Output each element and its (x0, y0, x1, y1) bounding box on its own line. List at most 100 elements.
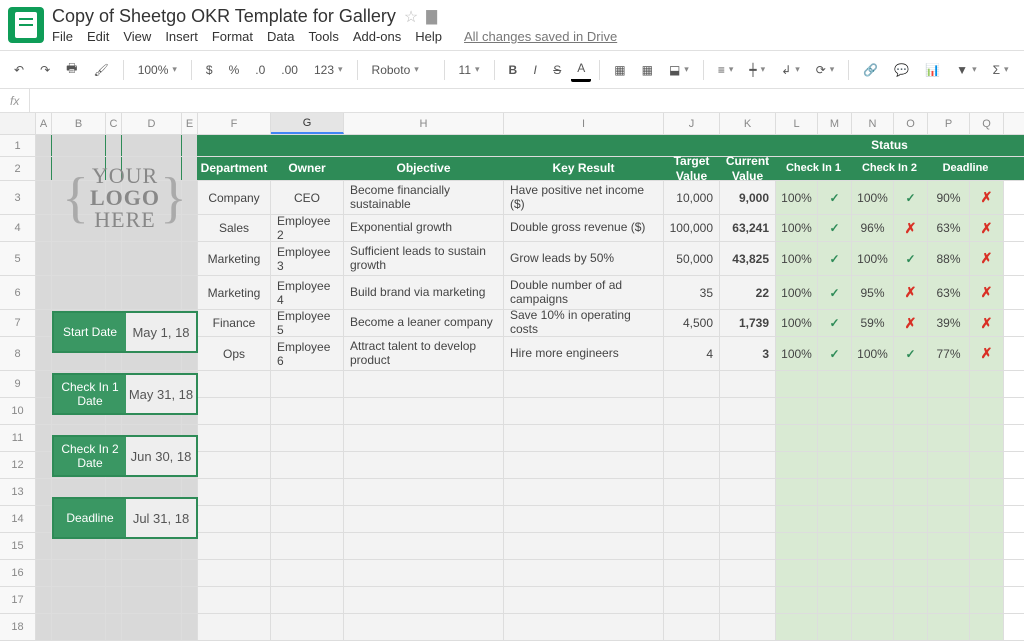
cell-dl-pct[interactable]: 63% (928, 215, 970, 241)
col-header[interactable]: C (106, 113, 122, 134)
cell-dept[interactable]: Company (198, 181, 271, 214)
increase-decimal-icon[interactable]: .00 (275, 59, 304, 81)
currency-icon[interactable]: $ (200, 59, 219, 81)
menu-file[interactable]: File (52, 29, 73, 44)
number-format-dropdown[interactable]: 123▾ (308, 61, 349, 79)
col-header[interactable]: K (720, 113, 776, 134)
cell-dept[interactable]: Ops (198, 337, 271, 370)
cell-key-result[interactable]: Save 10% in operating costs (504, 310, 664, 336)
text-color-icon[interactable]: A (571, 57, 591, 82)
row-header[interactable]: 10 (0, 398, 36, 424)
row-header[interactable]: 5 (0, 242, 36, 275)
filter-dropdown[interactable]: ▼▾ (950, 61, 982, 79)
cell-current[interactable]: 1,739 (720, 310, 776, 336)
cell-dept[interactable]: Sales (198, 215, 271, 241)
cell-objective[interactable]: Exponential growth (344, 215, 504, 241)
print-icon[interactable]: 🖶 (60, 55, 83, 84)
cell-objective[interactable]: Become a leaner company (344, 310, 504, 336)
cell-target[interactable]: 35 (664, 276, 720, 309)
strikethrough-icon[interactable]: S (547, 59, 567, 81)
rotate-dropdown[interactable]: ⟳▾ (810, 61, 841, 79)
cell-ci1-status[interactable]: ✓ (818, 276, 852, 309)
select-all-corner[interactable] (0, 113, 36, 134)
cell-dl-status[interactable]: ✗ (970, 242, 1004, 275)
row-header[interactable]: 18 (0, 614, 36, 640)
col-header[interactable]: B (52, 113, 106, 134)
col-header[interactable]: H (344, 113, 504, 134)
start-date-card[interactable]: Start Date May 1, 18 (52, 311, 198, 353)
cell-ci2-pct[interactable]: 100% (852, 337, 894, 370)
cell-ci1-pct[interactable]: 100% (776, 310, 818, 336)
col-header[interactable]: E (182, 113, 198, 134)
row-header[interactable]: 13 (0, 479, 36, 505)
row-header[interactable]: 4 (0, 215, 36, 241)
cell-dl-status[interactable]: ✗ (970, 276, 1004, 309)
menu-help[interactable]: Help (415, 29, 442, 44)
empty-row[interactable]: 16 (0, 560, 1024, 587)
cell-dl-status[interactable]: ✗ (970, 215, 1004, 241)
cell-ci1-pct[interactable]: 100% (776, 276, 818, 309)
checkin2-card[interactable]: Check In 2 Date Jun 30, 18 (52, 435, 198, 477)
cell-objective[interactable]: Attract talent to develop product (344, 337, 504, 370)
cell-current[interactable]: 22 (720, 276, 776, 309)
cell-objective[interactable]: Become financially sustainable (344, 181, 504, 214)
cell-dl-pct[interactable]: 39% (928, 310, 970, 336)
cell-ci1-status[interactable]: ✓ (818, 337, 852, 370)
cell-owner[interactable]: Employee 6 (271, 337, 344, 370)
cell-dl-pct[interactable]: 77% (928, 337, 970, 370)
grid-body[interactable]: 1 Status 2 Department Owner Objective Ke… (0, 135, 1024, 641)
cell-dl-pct[interactable]: 63% (928, 276, 970, 309)
cell-key-result[interactable]: Have positive net income ($) (504, 181, 664, 214)
cell-dl-status[interactable]: ✗ (970, 337, 1004, 370)
col-header[interactable]: P (928, 113, 970, 134)
wrap-dropdown[interactable]: ↲▾ (775, 61, 806, 79)
valign-dropdown[interactable]: ┿▾ (743, 61, 771, 79)
undo-icon[interactable]: ↶ (8, 59, 30, 81)
col-header[interactable]: F (198, 113, 271, 134)
checkin1-card[interactable]: Check In 1 Date May 31, 18 (52, 373, 198, 415)
col-header[interactable]: J (664, 113, 720, 134)
row-header[interactable]: 2 (0, 157, 36, 180)
decrease-decimal-icon[interactable]: .0 (249, 59, 271, 81)
cell-ci2-status[interactable]: ✗ (894, 310, 928, 336)
cell-current[interactable]: 63,241 (720, 215, 776, 241)
redo-icon[interactable]: ↷ (34, 59, 56, 81)
menu-view[interactable]: View (123, 29, 151, 44)
cell-objective[interactable]: Build brand via marketing (344, 276, 504, 309)
row-header[interactable]: 8 (0, 337, 36, 370)
cell-current[interactable]: 3 (720, 337, 776, 370)
cell-target[interactable]: 50,000 (664, 242, 720, 275)
percent-icon[interactable]: % (223, 59, 246, 81)
cell-dl-pct[interactable]: 90% (928, 181, 970, 214)
functions-dropdown[interactable]: Σ▾ (987, 61, 1015, 79)
row-header[interactable]: 16 (0, 560, 36, 586)
col-header[interactable]: M (818, 113, 852, 134)
save-status[interactable]: All changes saved in Drive (464, 29, 617, 44)
cell-ci1-status[interactable]: ✓ (818, 310, 852, 336)
cell-dl-pct[interactable]: 88% (928, 242, 970, 275)
cell-key-result[interactable]: Double number of ad campaigns (504, 276, 664, 309)
cell-dept[interactable]: Marketing (198, 242, 271, 275)
chart-icon[interactable]: 📊 (919, 59, 946, 81)
merge-dropdown[interactable]: ⬓▾ (663, 61, 695, 79)
menu-format[interactable]: Format (212, 29, 253, 44)
empty-row[interactable]: 17 (0, 587, 1024, 614)
zoom-dropdown[interactable]: 100%▾ (132, 61, 183, 79)
document-title[interactable]: Copy of Sheetgo OKR Template for Gallery (52, 6, 396, 27)
cell-ci2-pct[interactable]: 96% (852, 215, 894, 241)
row-header[interactable]: 15 (0, 533, 36, 559)
cell-objective[interactable]: Sufficient leads to sustain growth (344, 242, 504, 275)
cell-key-result[interactable]: Grow leads by 50% (504, 242, 664, 275)
cell-ci2-pct[interactable]: 100% (852, 181, 894, 214)
menu-addons[interactable]: Add-ons (353, 29, 401, 44)
menu-edit[interactable]: Edit (87, 29, 109, 44)
cell-ci1-pct[interactable]: 100% (776, 215, 818, 241)
menu-data[interactable]: Data (267, 29, 294, 44)
table-row[interactable]: 6MarketingEmployee 4Build brand via mark… (0, 276, 1024, 310)
cell-dept[interactable]: Marketing (198, 276, 271, 309)
cell-ci2-status[interactable]: ✗ (894, 276, 928, 309)
cell-ci1-status[interactable]: ✓ (818, 181, 852, 214)
bold-icon[interactable]: B (503, 59, 524, 81)
table-row[interactable]: 4SalesEmployee 2Exponential growthDouble… (0, 215, 1024, 242)
font-dropdown[interactable]: Roboto▾ (366, 61, 436, 79)
